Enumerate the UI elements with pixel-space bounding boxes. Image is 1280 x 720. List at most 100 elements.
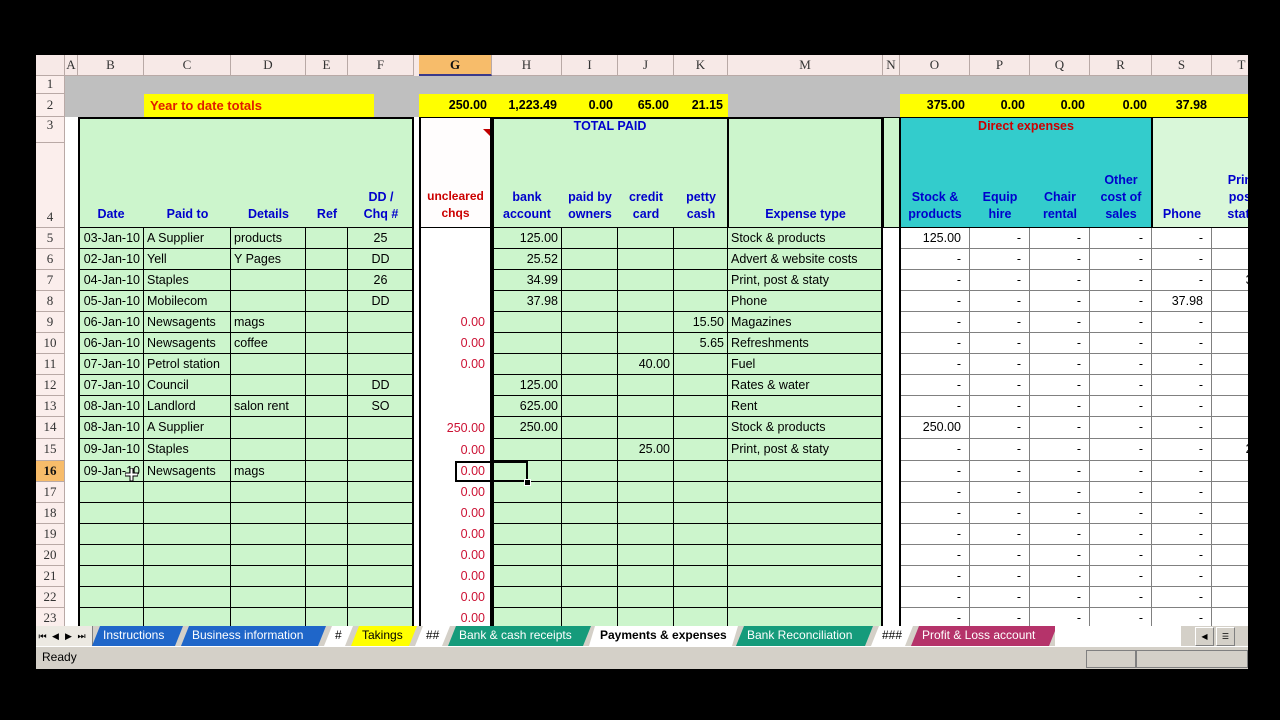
cell-P21[interactable]: - <box>970 566 1030 587</box>
cell-J8[interactable] <box>618 291 674 312</box>
row-header-1[interactable]: 1 <box>36 76 65 94</box>
select-all-corner[interactable] <box>36 55 65 76</box>
cell-P13[interactable]: - <box>970 396 1030 417</box>
cell-Q17[interactable]: - <box>1030 482 1090 503</box>
cell-H14[interactable]: 250.00 <box>492 417 562 439</box>
cell-E7[interactable] <box>306 270 348 291</box>
column-header-g[interactable]: G <box>419 55 492 76</box>
cell-R15[interactable]: - <box>1090 439 1152 461</box>
cell-J9[interactable] <box>618 312 674 333</box>
cell-F22[interactable] <box>348 587 414 608</box>
cell-I11[interactable] <box>562 354 618 375</box>
tab-empty-area[interactable] <box>1055 626 1181 647</box>
cell-M17[interactable] <box>728 482 883 503</box>
sheet-tab-payments-expenses[interactable]: Payments & expenses <box>589 626 738 646</box>
cell-C22[interactable] <box>144 587 231 608</box>
cell-B7[interactable]: 04-Jan-10 <box>78 270 144 291</box>
cell-K20[interactable] <box>674 545 728 566</box>
cell-T12[interactable]: - <box>1212 375 1248 396</box>
cell-P12[interactable]: - <box>970 375 1030 396</box>
cell-T10[interactable]: - <box>1212 333 1248 354</box>
cell-J13[interactable] <box>618 396 674 417</box>
cell-O7[interactable]: - <box>900 270 970 291</box>
sheet-tab-[interactable]: # <box>324 626 353 646</box>
row-header-13[interactable]: 13 <box>36 396 65 417</box>
horizontal-scroll-buttons[interactable]: ◀ ☰ <box>1193 626 1248 646</box>
cell-E20[interactable] <box>306 545 348 566</box>
cell-T9[interactable]: - <box>1212 312 1248 333</box>
cell-H11[interactable] <box>492 354 562 375</box>
cell-F18[interactable] <box>348 503 414 524</box>
cell-D17[interactable] <box>231 482 306 503</box>
cell-T15[interactable]: 25. <box>1212 439 1248 461</box>
row-header-20[interactable]: 20 <box>36 545 65 566</box>
cell-R22[interactable]: - <box>1090 587 1152 608</box>
cell-S16[interactable]: - <box>1152 461 1212 482</box>
row-header-21[interactable]: 21 <box>36 566 65 587</box>
cell-B10[interactable]: 06-Jan-10 <box>78 333 144 354</box>
column-header-k[interactable]: K <box>674 55 728 76</box>
cell-I17[interactable] <box>562 482 618 503</box>
cell-F10[interactable] <box>348 333 414 354</box>
cell-I22[interactable] <box>562 587 618 608</box>
cell-F12[interactable]: DD <box>348 375 414 396</box>
column-header-n[interactable]: N <box>883 55 900 76</box>
column-header-h[interactable]: H <box>492 55 562 76</box>
cell-Q13[interactable]: - <box>1030 396 1090 417</box>
cell-J16[interactable] <box>618 461 674 482</box>
cell-B17[interactable] <box>78 482 144 503</box>
cell-E6[interactable] <box>306 249 348 270</box>
column-header-d[interactable]: D <box>231 55 306 76</box>
cell-I6[interactable] <box>562 249 618 270</box>
cell-Q15[interactable]: - <box>1030 439 1090 461</box>
sheet-tab-profit-loss-account[interactable]: Profit & Loss account <box>911 626 1057 646</box>
cell-G10[interactable]: 0.00 <box>419 333 492 354</box>
row-header-12[interactable]: 12 <box>36 375 65 396</box>
cell-S12[interactable]: - <box>1152 375 1212 396</box>
cell-T8[interactable]: - <box>1212 291 1248 312</box>
cell-R18[interactable]: - <box>1090 503 1152 524</box>
cell-G19[interactable]: 0.00 <box>419 524 492 545</box>
cell-G14[interactable]: 250.00 <box>419 417 492 439</box>
cell-G15[interactable]: 0.00 <box>419 439 492 461</box>
cell-K5[interactable] <box>674 228 728 249</box>
cell-O13[interactable]: - <box>900 396 970 417</box>
cell-D13[interactable]: salon rent <box>231 396 306 417</box>
cell-Q5[interactable]: - <box>1030 228 1090 249</box>
cell-J15[interactable]: 25.00 <box>618 439 674 461</box>
cell-B19[interactable] <box>78 524 144 545</box>
cell-C13[interactable]: Landlord <box>144 396 231 417</box>
cell-C20[interactable] <box>144 545 231 566</box>
sheet-tab-[interactable]: ## <box>415 626 450 646</box>
cell-S21[interactable]: - <box>1152 566 1212 587</box>
row-header-14[interactable]: 14 <box>36 417 65 439</box>
cell-E22[interactable] <box>306 587 348 608</box>
sheet-tab-bar[interactable]: ⏮ ◀ ▶ ⏭ InstructionsBusiness information… <box>36 626 1248 646</box>
cell-C21[interactable] <box>144 566 231 587</box>
cell-C12[interactable]: Council <box>144 375 231 396</box>
cell-P20[interactable]: - <box>970 545 1030 566</box>
row-header-3[interactable]: 3 <box>36 117 65 143</box>
cell-O12[interactable]: - <box>900 375 970 396</box>
cell-O22[interactable]: - <box>900 587 970 608</box>
cell-R9[interactable]: - <box>1090 312 1152 333</box>
cell-H7[interactable]: 34.99 <box>492 270 562 291</box>
cell-P8[interactable]: - <box>970 291 1030 312</box>
cell-S9[interactable]: - <box>1152 312 1212 333</box>
cell-T17[interactable]: - <box>1212 482 1248 503</box>
cell-J10[interactable] <box>618 333 674 354</box>
cell-J5[interactable] <box>618 228 674 249</box>
cell-B11[interactable]: 07-Jan-10 <box>78 354 144 375</box>
cell-F9[interactable] <box>348 312 414 333</box>
cell-S15[interactable]: - <box>1152 439 1212 461</box>
column-header-i[interactable]: I <box>562 55 618 76</box>
spreadsheet-grid[interactable]: ABCDEFGHIJKMNOPQRST 12345678910111213141… <box>36 55 1248 647</box>
cell-E13[interactable] <box>306 396 348 417</box>
cell-F21[interactable] <box>348 566 414 587</box>
cell-J11[interactable]: 40.00 <box>618 354 674 375</box>
cell-C8[interactable]: Mobilecom <box>144 291 231 312</box>
row-header-16[interactable]: 16 <box>36 461 65 482</box>
cell-R20[interactable]: - <box>1090 545 1152 566</box>
cell-Q20[interactable]: - <box>1030 545 1090 566</box>
cell-B21[interactable] <box>78 566 144 587</box>
